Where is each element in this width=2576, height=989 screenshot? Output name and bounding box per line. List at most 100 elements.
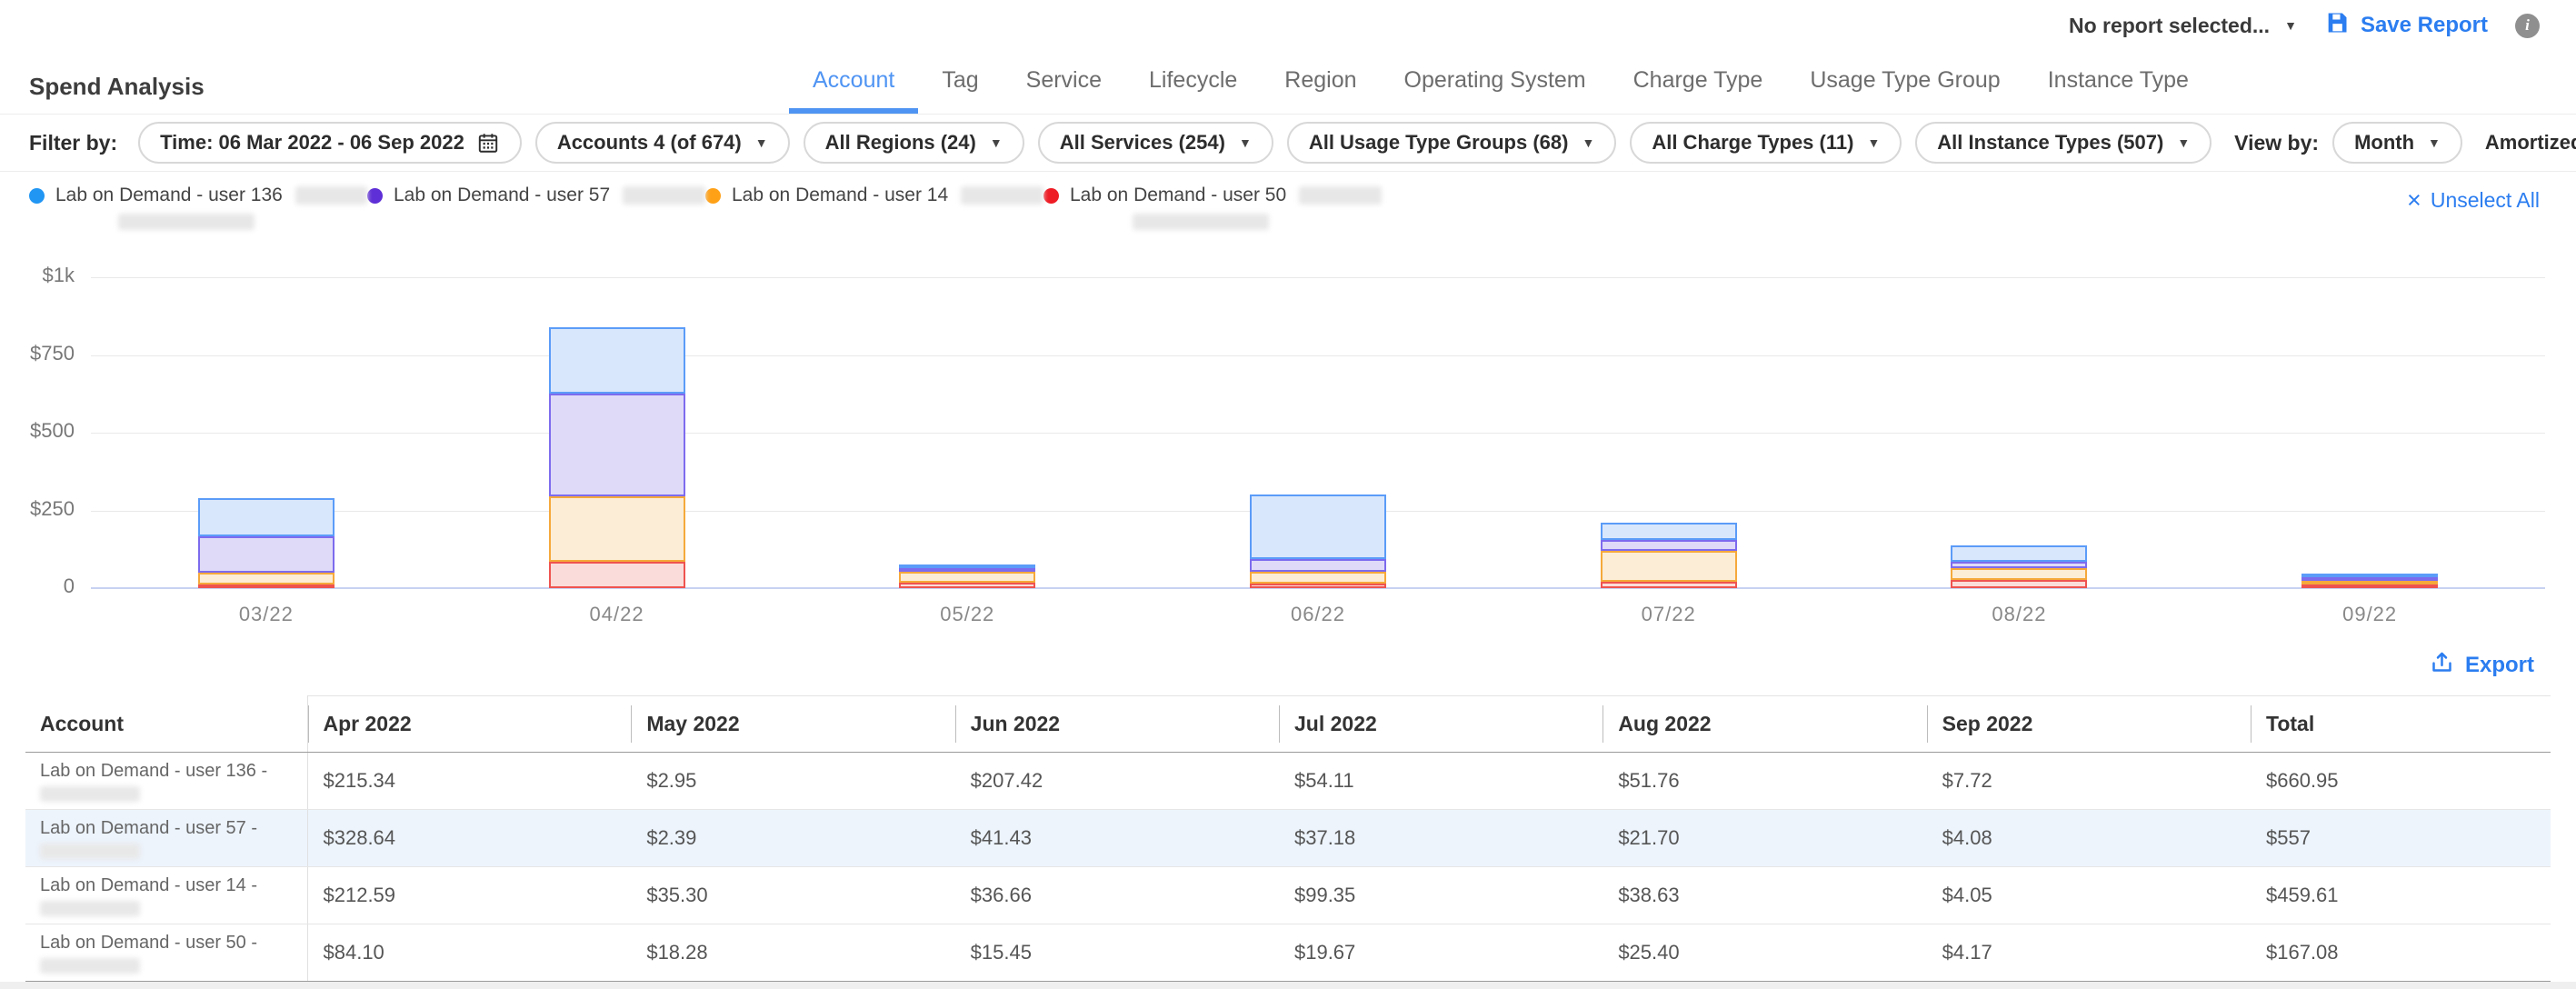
x-tick-label: 06/22: [1143, 603, 1493, 626]
tab-lifecycle[interactable]: Lifecycle: [1125, 67, 1261, 114]
value-cell: $2.95: [631, 753, 954, 810]
stacked-bar-05-22[interactable]: [899, 564, 1035, 588]
value-cell: $660.95: [2251, 753, 2551, 810]
redacted-text: [295, 186, 367, 205]
table-header-row: AccountApr 2022 May 2022 Jun 2022Jul 2022A…: [25, 696, 2551, 753]
report-selector-dropdown[interactable]: No report selected... ▼: [2069, 14, 2297, 38]
table-header-aug-2022[interactable]: Aug 2022: [1603, 696, 1926, 753]
table-row[interactable]: Lab on Demand - user 50 -$84.10$18.28$15…: [25, 924, 2551, 983]
legend-dot-icon: [367, 188, 383, 204]
table-header-may-2022[interactable]: May 2022: [631, 696, 954, 753]
filter-pill-label: All Charge Types (11): [1652, 131, 1853, 155]
stacked-bar-09-22[interactable]: [2301, 574, 2438, 588]
tab-charge-type[interactable]: Charge Type: [1610, 67, 1787, 114]
spend-table: AccountApr 2022 May 2022 Jun 2022Jul 2022A…: [25, 695, 2551, 989]
filter-pill-label: Time: 06 Mar 2022 - 06 Sep 2022: [160, 131, 464, 155]
table-row[interactable]: Lab on Demand - user 57 -$328.64$2.39$41…: [25, 810, 2551, 867]
chevron-down-icon: ▼: [2284, 19, 2297, 32]
stacked-bar-04-22[interactable]: [549, 327, 685, 588]
table-header-account[interactable]: Account: [25, 696, 307, 753]
redacted-text: [40, 958, 140, 974]
redacted-text: [118, 214, 255, 230]
tab-operating-system[interactable]: Operating System: [1381, 67, 1610, 114]
bar-segment-lab-on-demand-user-14: [899, 572, 1035, 583]
value-cell: $557: [2251, 810, 2551, 867]
stacked-bar-06-22[interactable]: [1250, 494, 1386, 588]
info-icon[interactable]: i: [2515, 14, 2540, 38]
column-header-label: Aug 2022: [1603, 705, 1711, 743]
bar-slot-06-22: [1143, 277, 1493, 588]
filter-pill-all-regions-24[interactable]: All Regions (24)▼: [804, 122, 1024, 164]
chevron-down-icon: ▼: [2177, 136, 2190, 149]
tab-service[interactable]: Service: [1003, 67, 1125, 114]
account-name: Lab on Demand - user 14 -: [40, 875, 257, 895]
bar-slot-09-22: [2194, 277, 2545, 588]
filter-pill-all-usage-type-groups-68[interactable]: All Usage Type Groups (68)▼: [1287, 122, 1617, 164]
tab-instance-type[interactable]: Instance Type: [2024, 67, 2212, 114]
value-cell: $21.70: [1603, 810, 1926, 867]
table-row[interactable]: Lab on Demand - user 136 -$215.34$2.95$2…: [25, 753, 2551, 810]
value-cell: $215.34: [307, 753, 631, 810]
spend-analysis-page: No report selected... ▼ Save Report i Sp…: [0, 0, 2576, 989]
x-tick-label: 03/22: [91, 603, 442, 626]
unselect-all-button[interactable]: × Unselect All: [2407, 188, 2540, 213]
filter-pill-all-charge-types-11[interactable]: All Charge Types (11)▼: [1630, 122, 1902, 164]
value-cell: $41.43: [955, 810, 1279, 867]
stacked-bar-03-22[interactable]: [198, 498, 334, 588]
bar-segment-lab-on-demand-user-50: [2301, 584, 2438, 588]
bar-segment-lab-on-demand-user-50: [198, 584, 334, 588]
filter-pill-all-services-254[interactable]: All Services (254)▼: [1038, 122, 1273, 164]
table-header-jul-2022[interactable]: Jul 2022: [1279, 696, 1603, 753]
filter-pill-time-06-mar-2022-06-sep-2022[interactable]: Time: 06 Mar 2022 - 06 Sep 2022: [138, 122, 522, 164]
legend-item-lab-on-demand-user-136[interactable]: Lab on Demand - user 136: [29, 185, 367, 230]
legend-item-lab-on-demand-user-14[interactable]: Lab on Demand - user 14: [705, 185, 1043, 230]
save-report-button[interactable]: Save Report: [2324, 10, 2488, 42]
view-by-dropdown[interactable]: Month ▼: [2332, 122, 2462, 164]
value-cell: $18.28: [631, 924, 954, 983]
export-button[interactable]: Export: [2430, 650, 2534, 681]
legend-item-lab-on-demand-user-50[interactable]: Lab on Demand - user 50: [1043, 185, 1382, 230]
table-row[interactable]: Lab on Demand - user 14 -$212.59$35.30$3…: [25, 867, 2551, 924]
spend-bar-chart: $1k$750$500$2500 03/2204/2205/2206/2207/…: [0, 254, 2576, 639]
tab-account[interactable]: Account: [789, 67, 918, 114]
value-cell: $207.42: [955, 753, 1279, 810]
bar-slot-04-22: [442, 277, 793, 588]
redacted-text: [1133, 214, 1269, 230]
filter-pill-all-instance-types-507[interactable]: All Instance Types (507) ▼: [1915, 122, 2212, 164]
legend-item-lab-on-demand-user-57[interactable]: Lab on Demand - user 57: [367, 185, 705, 230]
value-cell: $99.35: [1279, 867, 1603, 924]
table-header-sep-2022[interactable]: Sep 2022: [1927, 696, 2251, 753]
redacted-text: [1299, 186, 1382, 205]
view-by-value: Month: [2354, 131, 2414, 155]
stacked-bar-08-22[interactable]: [1951, 545, 2087, 588]
page-title: Spend Analysis: [29, 73, 205, 101]
filter-pill-label: Accounts 4 (of 674): [557, 131, 742, 155]
filter-pills: Time: 06 Mar 2022 - 06 Sep 2022 Accounts …: [138, 122, 2212, 164]
tab-usage-type-group[interactable]: Usage Type Group: [1786, 67, 2023, 114]
stacked-bar-07-22[interactable]: [1601, 523, 1737, 588]
legend-dot-icon: [1043, 188, 1059, 204]
tab-region[interactable]: Region: [1261, 67, 1380, 114]
bar-segment-lab-on-demand-user-136: [549, 327, 685, 395]
save-report-label: Save Report: [2361, 13, 2488, 38]
filter-pill-label: All Instance Types (507): [1937, 131, 2163, 155]
account-cell: Lab on Demand - user 50 -: [25, 924, 307, 983]
table-header-total[interactable]: Total: [2251, 696, 2551, 753]
value-cell: $4.05: [1927, 867, 2251, 924]
export-icon: [2430, 650, 2454, 681]
legend-row: Lab on Demand - user 50: [1043, 185, 1382, 206]
x-tick-label: 05/22: [792, 603, 1143, 626]
tab-bar: AccountTagServiceLifecycleRegionOperatin…: [789, 67, 2212, 114]
value-cell: $54.11: [1279, 753, 1603, 810]
column-header-label: May 2022: [631, 705, 739, 743]
report-selector-value: No report selected...: [2069, 14, 2270, 38]
account-name: Lab on Demand - user 50 -: [40, 933, 257, 953]
filter-pill-accounts-4-of-674[interactable]: Accounts 4 (of 674)▼: [535, 122, 790, 164]
close-icon: ×: [2407, 188, 2421, 213]
unselect-all-label: Unselect All: [2431, 188, 2540, 213]
table-header-apr-2022[interactable]: Apr 2022: [307, 696, 631, 753]
column-header-label: Sep 2022: [1927, 705, 2033, 743]
column-header-label: Apr 2022: [308, 705, 412, 743]
tab-tag[interactable]: Tag: [918, 67, 1002, 114]
table-header-jun-2022[interactable]: Jun 2022: [955, 696, 1279, 753]
